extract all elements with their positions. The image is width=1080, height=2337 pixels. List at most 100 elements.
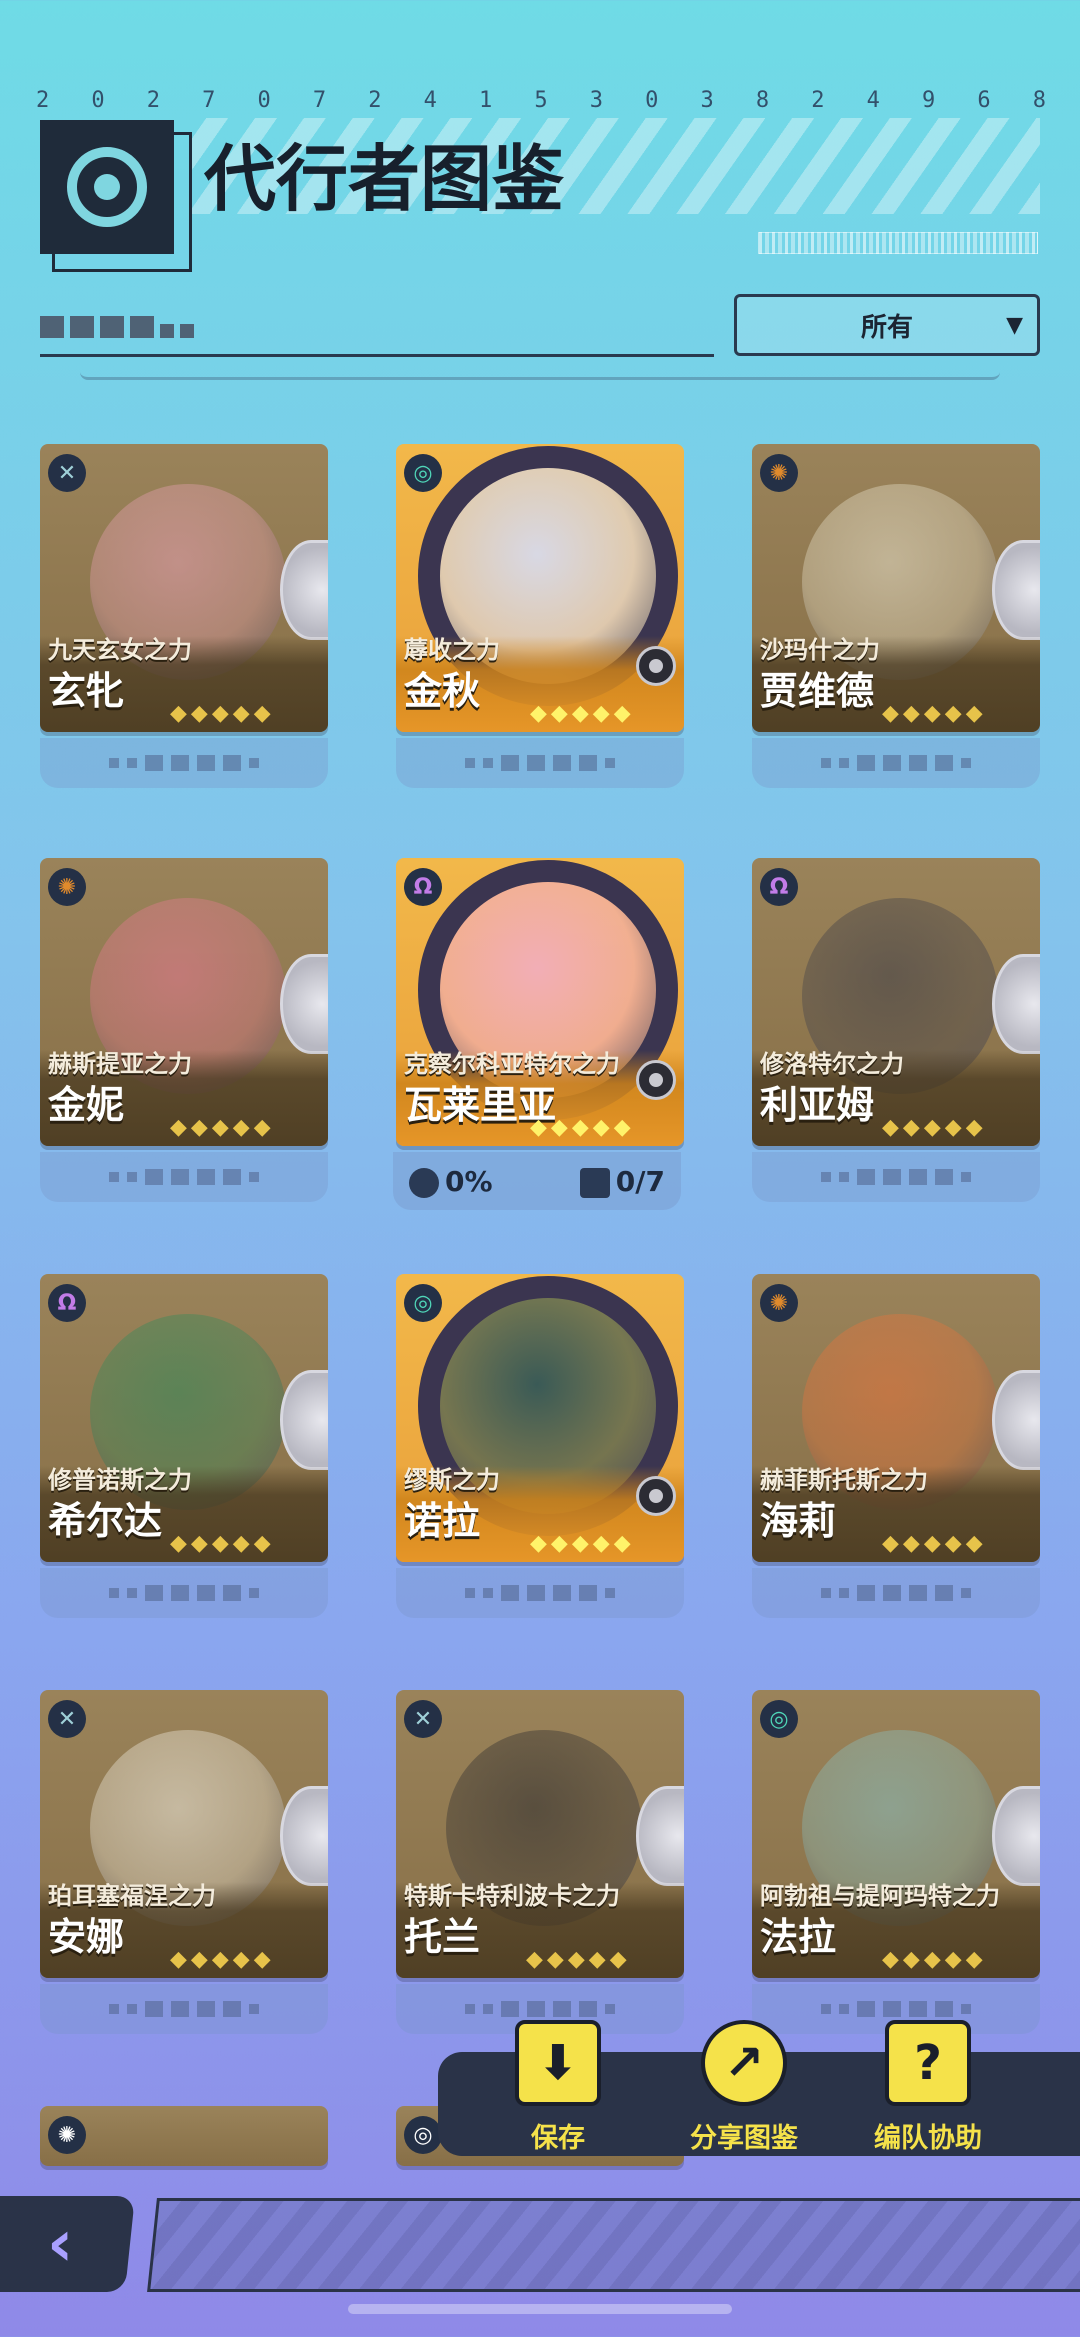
header-digit: 2 — [368, 88, 382, 113]
collection-icon — [579, 1167, 610, 1198]
star-icon: ◆ — [882, 1115, 899, 1140]
agent-name: 诺拉 — [404, 1499, 481, 1543]
agent-name: 托兰 — [404, 1915, 481, 1959]
cards-icon: ? — [885, 2020, 971, 2106]
header-digit: 4 — [866, 88, 880, 113]
agent-card[interactable]: ✕ 特斯卡特利波卡之力 托兰 ◆ ◆ ◆ ◆ ◆ — [396, 1690, 684, 1978]
agent-card[interactable]: ✕ 九天玄女之力 玄牝 ◆ ◆ ◆ ◆ ◆ — [40, 444, 328, 732]
star-icon: ◆ — [571, 1115, 589, 1140]
home-indicator[interactable] — [348, 2304, 732, 2314]
agent-card[interactable]: Ω 修普诺斯之力 希尔达 ◆ ◆ ◆ ◆ ◆ — [40, 1274, 328, 1562]
coin-icon — [280, 540, 328, 640]
star-icon: ◆ — [253, 1531, 271, 1556]
header-digit: 0 — [257, 88, 271, 113]
header-digit-strip: 2 0 2 7 0 7 2 4 1 5 3 0 3 8 2 4 9 6 8 — [36, 88, 1046, 113]
star-icon: ◆ — [232, 1531, 250, 1556]
agent-card[interactable]: ✺ 沙玛什之力 贾维德 ◆ ◆ ◆ ◆ ◆ — [752, 444, 1040, 732]
star-rating: ◆ ◆ ◆ ◆ ◆ — [530, 701, 631, 726]
star-icon: ◆ — [567, 1947, 585, 1972]
star-icon: ◆ — [170, 701, 187, 726]
agent-card[interactable]: ✕ 珀耳塞福涅之力 安娜 ◆ ◆ ◆ ◆ ◆ — [40, 1690, 328, 1978]
star-rating: ◆ ◆ ◆ ◆ ◆ — [882, 701, 983, 726]
star-icon: ◆ — [613, 1115, 631, 1140]
star-icon: ◆ — [211, 701, 229, 726]
star-rating: ◆ ◆ ◆ ◆ ◆ — [530, 1531, 631, 1556]
agent-card[interactable]: Ω 克察尔科亚特尔之力 瓦莱里亚 ◆ ◆ ◆ ◆ ◆ — [396, 858, 684, 1146]
sun-element-icon: ✺ — [48, 2116, 86, 2154]
star-icon: ◆ — [550, 1531, 568, 1556]
agent-card[interactable]: ◎ 缪斯之力 诺拉 ◆ ◆ ◆ ◆ ◆ — [396, 1274, 684, 1562]
star-icon: ◆ — [190, 1531, 208, 1556]
star-rating: ◆ ◆ ◆ ◆ ◆ — [170, 1531, 271, 1556]
agent-card[interactable]: ✺ 赫菲斯托斯之力 海莉 ◆ ◆ ◆ ◆ ◆ — [752, 1274, 1040, 1562]
save-button[interactable]: ⬇ 保存 — [478, 2020, 638, 2155]
star-icon: ◆ — [211, 1947, 229, 1972]
header-digit: 4 — [423, 88, 437, 113]
coin-icon — [992, 1370, 1040, 1470]
star-icon: ◆ — [923, 1115, 941, 1140]
wind-element-icon: ◎ — [760, 1700, 798, 1738]
agent-name: 金妮 — [48, 1083, 125, 1127]
star-rating: ◆ ◆ ◆ ◆ ◆ — [170, 1947, 271, 1972]
back-button[interactable]: ‹ — [0, 2196, 136, 2292]
agent-card[interactable]: ◎ 蓐收之力 金秋 ◆ ◆ ◆ ◆ ◆ — [396, 444, 684, 732]
header-digit: 0 — [645, 88, 659, 113]
agent-card-partial[interactable]: ✺ — [40, 2106, 328, 2166]
star-icon: ◆ — [571, 1531, 589, 1556]
star-icon: ◆ — [923, 1531, 941, 1556]
star-icon: ◆ — [190, 701, 208, 726]
header-digit: 6 — [977, 88, 991, 113]
star-icon: ◆ — [550, 1115, 568, 1140]
filter-dropdown[interactable]: 所有 ▼ — [734, 294, 1040, 356]
search-field-placeholder[interactable] — [40, 316, 194, 338]
star-icon: ◆ — [902, 701, 920, 726]
omega-element-icon: Ω — [760, 868, 798, 906]
star-icon: ◆ — [902, 1947, 920, 1972]
star-icon: ◆ — [550, 701, 568, 726]
star-icon: ◆ — [253, 701, 271, 726]
wind-element-icon: ◎ — [404, 454, 442, 492]
agent-card[interactable]: ◎ 阿勃祖与提阿玛特之力 法拉 ◆ ◆ ◆ ◆ ◆ — [752, 1690, 1040, 1978]
team-assist-button[interactable]: ? 编队协助 — [848, 2020, 1008, 2155]
agent-name: 法拉 — [760, 1915, 837, 1959]
star-rating: ◆ ◆ ◆ ◆ ◆ — [526, 1947, 627, 1972]
wind-element-icon: ◎ — [404, 2116, 442, 2154]
star-icon: ◆ — [211, 1531, 229, 1556]
list-top-divider — [80, 372, 1000, 380]
agent-card[interactable]: Ω 修洛特尔之力 利亚姆 ◆ ◆ ◆ ◆ ◆ — [752, 858, 1040, 1146]
search-underline — [40, 354, 714, 357]
star-rating: ◆ ◆ ◆ ◆ ◆ — [170, 1115, 271, 1140]
agent-name: 希尔达 — [48, 1499, 163, 1543]
header-digit: 3 — [589, 88, 603, 113]
card-placeholder-bar — [40, 738, 328, 788]
star-icon: ◆ — [546, 1947, 564, 1972]
card-placeholder-bar — [396, 738, 684, 788]
star-icon: ◆ — [882, 1531, 899, 1556]
star-icon: ◆ — [232, 701, 250, 726]
dropdown-arrow-icon: ▼ — [1006, 313, 1023, 338]
download-folder-icon: ⬇ — [515, 2020, 601, 2106]
star-icon: ◆ — [530, 1115, 547, 1140]
star-icon: ◆ — [944, 1947, 962, 1972]
star-icon: ◆ — [170, 1115, 187, 1140]
star-icon: ◆ — [190, 1115, 208, 1140]
star-icon: ◆ — [882, 1947, 899, 1972]
star-icon: ◆ — [592, 701, 610, 726]
star-rating: ◆ ◆ ◆ ◆ ◆ — [882, 1947, 983, 1972]
coin-icon — [992, 1786, 1040, 1886]
x-element-icon: ✕ — [48, 1700, 86, 1738]
wind-element-icon: ◎ — [404, 1284, 442, 1322]
reel-icon — [636, 1476, 676, 1516]
agent-name: 利亚姆 — [760, 1083, 875, 1127]
card-placeholder-bar — [752, 1568, 1040, 1618]
reel-icon — [636, 646, 676, 686]
star-rating: ◆ ◆ ◆ ◆ ◆ — [882, 1115, 983, 1140]
share-codex-button[interactable]: ↗ 分享图鉴 — [664, 2020, 824, 2155]
agent-card[interactable]: ✺ 赫斯提亚之力 金妮 ◆ ◆ ◆ ◆ ◆ — [40, 858, 328, 1146]
header-digit: 1 — [479, 88, 493, 113]
coin-icon — [992, 540, 1040, 640]
card-placeholder-bar — [752, 738, 1040, 788]
star-icon: ◆ — [588, 1947, 606, 1972]
agent-name: 金秋 — [404, 669, 481, 713]
star-icon: ◆ — [882, 701, 899, 726]
